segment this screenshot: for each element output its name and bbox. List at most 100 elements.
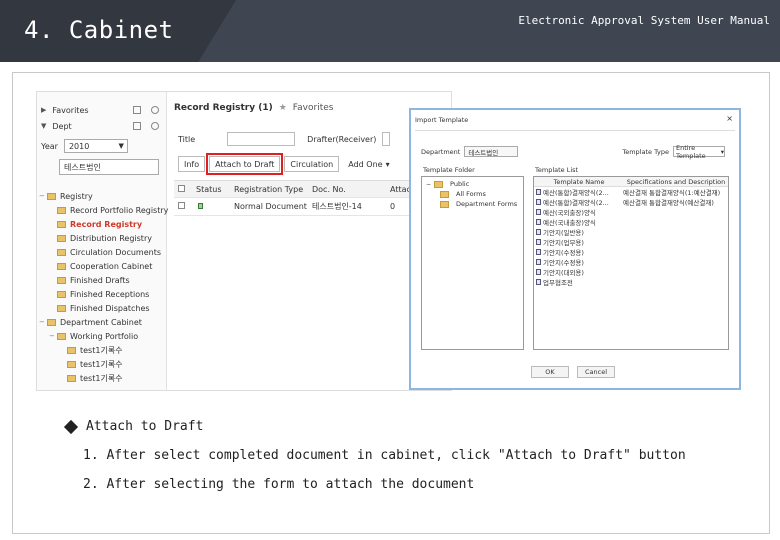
sidebar-search-input[interactable]: 테스트법인 bbox=[59, 159, 159, 175]
template-row[interactable]: 기안지(수정용) bbox=[534, 257, 728, 267]
sidebar-tree-item[interactable]: − Registry bbox=[39, 189, 165, 203]
folder-icon bbox=[57, 248, 66, 256]
department-field[interactable]: 테스트법인 bbox=[464, 146, 519, 157]
sidebar-tree-item[interactable]: Cooperation Cabinet bbox=[39, 259, 165, 273]
department-row: Department 테스트법인 bbox=[421, 146, 519, 157]
tree-item-label: Finished Drafts bbox=[70, 275, 130, 285]
chevron-down-icon: ▾ bbox=[385, 159, 390, 169]
expand-toggle-icon: − bbox=[39, 192, 45, 200]
chevron-down-icon: ▼ bbox=[118, 142, 124, 150]
template-row[interactable]: 기안지(대외용) bbox=[534, 267, 728, 277]
folder-icon bbox=[434, 180, 444, 188]
folder-icon bbox=[47, 192, 56, 200]
folder-label: All Forms bbox=[456, 190, 486, 198]
ok-button[interactable]: OK bbox=[531, 366, 569, 378]
column-header[interactable]: Status bbox=[192, 185, 230, 194]
tree-item-label: Cooperation Cabinet bbox=[70, 261, 153, 271]
list-view-icon[interactable] bbox=[133, 106, 141, 114]
slide-title: 4. Cabinet bbox=[24, 16, 174, 44]
row-checkbox[interactable] bbox=[174, 202, 192, 211]
cabinet-app: ▶ Favorites ▼ Dept Year 2010 ▼ 테스트법인 − Re… bbox=[36, 91, 452, 391]
tree-item-label: Working Portfolio bbox=[70, 331, 139, 341]
status-icon bbox=[192, 202, 230, 211]
template-name: 기안지(수정용) bbox=[543, 259, 584, 267]
sidebar-tree-item[interactable]: − Working Portfolio bbox=[39, 329, 165, 343]
folder-icon bbox=[67, 360, 76, 368]
template-row[interactable]: 기안지(업무용) bbox=[534, 237, 728, 247]
slide-header: 4. Cabinet Electronic Approval System Us… bbox=[0, 0, 780, 62]
sidebar-tree-item[interactable]: test1기록수 bbox=[39, 343, 165, 357]
folder-icon bbox=[47, 318, 56, 326]
sidebar-tree-item[interactable]: Record Registry bbox=[39, 217, 165, 231]
add-one-label: Add One bbox=[348, 159, 383, 169]
expand-arrow-icon: ▶ bbox=[41, 106, 47, 114]
template-type-select[interactable]: Entire Template ▾ bbox=[673, 144, 725, 160]
tree-item-label: test1기록수 bbox=[80, 345, 123, 355]
select-all-checkbox[interactable] bbox=[174, 184, 192, 194]
document-icon bbox=[536, 209, 541, 215]
template-row[interactable]: 업무협조전 bbox=[534, 277, 728, 287]
column-header[interactable]: Doc. No. bbox=[308, 185, 386, 194]
sidebar-tree-item[interactable]: test1기록수 bbox=[39, 357, 165, 371]
template-row[interactable]: 예산(통합)결재양식(2... 예산결재 통합결재양식(1:예산결재) bbox=[534, 187, 728, 197]
cabinet-sidebar: ▶ Favorites ▼ Dept Year 2010 ▼ 테스트법인 − Re… bbox=[37, 92, 168, 390]
folder-icon bbox=[57, 234, 66, 242]
settings-icon[interactable] bbox=[151, 122, 159, 130]
instruction-step-1: 1. After select completed document in ca… bbox=[83, 448, 686, 463]
sidebar-tree-item[interactable]: Finished Receptions bbox=[39, 287, 165, 301]
template-row[interactable]: 기안지(일반용) bbox=[534, 227, 728, 237]
sidebar-tree-item[interactable]: Distribution Registry bbox=[39, 231, 165, 245]
column-header[interactable]: Registration Type bbox=[230, 185, 308, 194]
instruction-step-2: 2. After selecting the form to attach th… bbox=[83, 477, 475, 492]
folder-department-forms[interactable]: Department Forms bbox=[440, 200, 517, 208]
folder-public[interactable]: − Public bbox=[426, 180, 469, 188]
drafter-filter-label: Drafter(Receiver) bbox=[307, 134, 377, 144]
template-name: 기안지(업무용) bbox=[543, 239, 584, 247]
template-name: 업무협조전 bbox=[543, 279, 573, 287]
document-icon bbox=[536, 239, 541, 245]
template-row[interactable]: 예산(통합)결재양식(2... 예산결재 통합결재양식(예산결재) bbox=[534, 197, 728, 207]
tree-item-label: Finished Receptions bbox=[70, 289, 150, 299]
drafter-filter-input[interactable] bbox=[382, 132, 391, 146]
cancel-button[interactable]: Cancel bbox=[577, 366, 615, 378]
circulation-button[interactable]: Circulation bbox=[284, 156, 340, 172]
folder-label: Public bbox=[450, 180, 470, 188]
favorite-link[interactable]: Favorites bbox=[293, 103, 334, 113]
template-row[interactable]: 예산(국외출장)양식 bbox=[534, 207, 728, 217]
list-view-icon[interactable] bbox=[133, 122, 141, 130]
template-name: 예산(통합)결재양식(2... bbox=[543, 199, 609, 207]
document-icon bbox=[536, 229, 541, 235]
sidebar-tree-item[interactable]: − Department Cabinet bbox=[39, 315, 165, 329]
tree-item-label: test1기록수 bbox=[80, 359, 123, 369]
diamond-bullet-icon bbox=[63, 419, 79, 434]
document-icon bbox=[536, 199, 541, 205]
sidebar-tree-item[interactable]: Finished Dispatches bbox=[39, 301, 165, 315]
sidebar-tree-item[interactable]: Finished Drafts bbox=[39, 273, 165, 287]
year-select[interactable]: 2010 ▼ bbox=[63, 139, 128, 153]
title-filter-input[interactable] bbox=[227, 132, 296, 146]
dept-toggle[interactable]: ▼ Dept bbox=[41, 120, 72, 132]
sidebar-tree-item[interactable]: Circulation Documents bbox=[39, 245, 165, 259]
sidebar-tree-item[interactable]: test1기록수 bbox=[39, 371, 165, 385]
sidebar-tree-item[interactable]: Record Portfolio Registry bbox=[39, 203, 168, 217]
template-row[interactable]: 예산(국내출장)양식 bbox=[534, 217, 728, 227]
folder-all-forms[interactable]: All Forms bbox=[440, 190, 486, 198]
info-button[interactable]: Info bbox=[178, 156, 206, 172]
folder-label: Department Forms bbox=[456, 200, 518, 208]
star-icon[interactable]: ★ bbox=[279, 103, 287, 113]
title-filter-label: Title bbox=[178, 134, 196, 144]
column-header[interactable]: Template Name bbox=[534, 178, 624, 186]
favorites-toggle[interactable]: ▶ Favorites bbox=[41, 104, 89, 116]
close-icon[interactable]: × bbox=[726, 114, 733, 123]
add-one-button[interactable]: Add One ▾ bbox=[343, 156, 395, 172]
year-value: 2010 bbox=[68, 141, 90, 151]
expand-toggle-icon: − bbox=[39, 318, 45, 326]
column-header[interactable]: Specifications and Description bbox=[624, 178, 728, 186]
registration-type-cell: Normal Document bbox=[234, 202, 307, 211]
dialog-title: Import Template bbox=[415, 116, 469, 124]
settings-icon[interactable] bbox=[151, 106, 159, 114]
attach-to-draft-button[interactable]: Attach to Draft bbox=[206, 153, 284, 175]
folder-icon bbox=[67, 346, 76, 354]
template-row[interactable]: 기안지(수정용) bbox=[534, 247, 728, 257]
template-description: 예산결재 통합결재양식(예산결재) bbox=[623, 199, 714, 207]
